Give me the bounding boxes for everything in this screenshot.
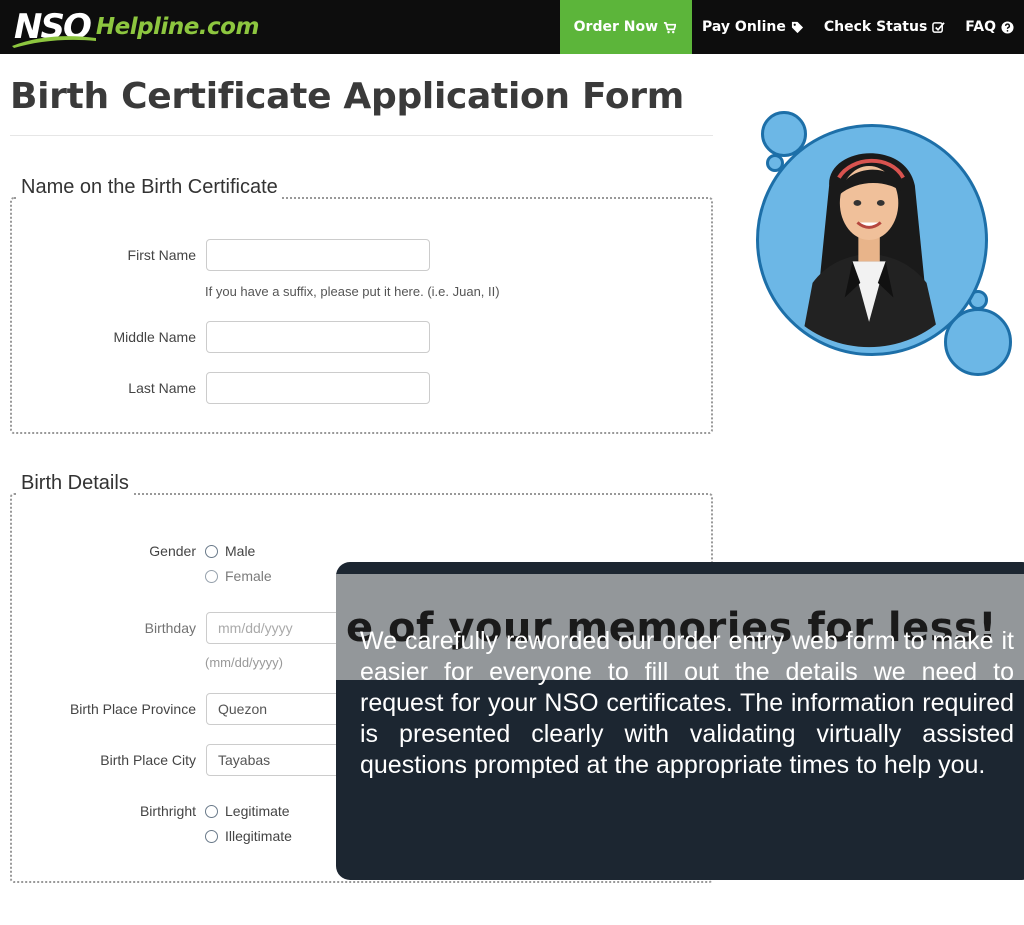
suffix-help-text: If you have a suffix, please put it here… xyxy=(205,284,500,299)
last-name-label: Last Name xyxy=(128,380,196,396)
top-nav-bar: NSO Helpline.com Order Now Pay Online Ch… xyxy=(0,0,1024,54)
birthday-help-text: (mm/dd/yyyy) xyxy=(205,655,283,670)
question-circle-icon xyxy=(1001,20,1014,34)
first-name-input[interactable] xyxy=(206,239,430,271)
nav-check-status-label: Check Status xyxy=(823,19,928,35)
name-section-legend: Name on the Birth Certificate xyxy=(18,176,282,199)
nav-faq-label: FAQ xyxy=(965,19,996,35)
nav-faq[interactable]: FAQ xyxy=(955,0,1024,54)
tag-icon xyxy=(791,21,804,34)
support-agent-avatar xyxy=(797,153,945,348)
gender-male-radio[interactable] xyxy=(205,544,218,558)
gender-label: Gender xyxy=(149,543,196,559)
first-name-label: First Name xyxy=(127,247,196,263)
last-name-input[interactable] xyxy=(206,372,430,404)
middle-name-label: Middle Name xyxy=(113,329,196,345)
birthright-label: Birthright xyxy=(139,803,196,819)
name-fieldset: First Name If you have a suffix, please … xyxy=(10,197,713,434)
birthright-option-illegitimate[interactable]: Illegitimate xyxy=(205,828,292,844)
main-nav: Order Now Pay Online Check Status FAQ xyxy=(559,0,1024,54)
overlay-message-text: We carefully reworded our order entry we… xyxy=(360,627,1014,779)
birth-section-legend: Birth Details xyxy=(18,472,133,495)
page-title: Birth Certificate Application Form xyxy=(10,76,684,117)
birth-province-label: Birth Place Province xyxy=(69,701,196,717)
gender-female-radio[interactable] xyxy=(205,569,218,583)
nav-check-status[interactable]: Check Status xyxy=(814,0,955,54)
nav-pay-online[interactable]: Pay Online xyxy=(692,0,814,54)
middle-name-input[interactable] xyxy=(206,321,430,353)
check-square-icon xyxy=(932,21,945,34)
nav-order-now[interactable]: Order Now xyxy=(559,0,693,54)
nav-pay-online-label: Pay Online xyxy=(702,19,786,35)
assistant-avatar-group xyxy=(752,108,1020,383)
message-overlay: e of your memories for less! We carefull… xyxy=(336,562,1024,880)
birthright-legitimate-label: Legitimate xyxy=(225,803,290,819)
title-divider xyxy=(10,135,713,136)
birthright-illegitimate-label: Illegitimate xyxy=(225,828,292,844)
site-logo[interactable]: NSO Helpline.com xyxy=(10,6,259,48)
logo-swoosh-icon xyxy=(12,36,96,48)
nav-order-now-label: Order Now xyxy=(573,19,659,35)
gender-option-female[interactable]: Female xyxy=(205,568,272,584)
birth-city-label: Birth Place City xyxy=(100,752,196,768)
gender-male-label: Male xyxy=(225,543,256,559)
logo-helpline-text: Helpline.com xyxy=(95,14,260,40)
gender-option-male[interactable]: Male xyxy=(205,543,255,559)
cart-icon xyxy=(663,21,677,34)
birthright-option-legitimate[interactable]: Legitimate xyxy=(205,803,290,819)
birthright-legitimate-radio[interactable] xyxy=(205,804,218,818)
gender-female-label: Female xyxy=(225,568,272,584)
avatar-circle xyxy=(756,124,988,356)
birthright-illegitimate-radio[interactable] xyxy=(205,829,218,843)
birthday-label: Birthday xyxy=(144,620,196,636)
